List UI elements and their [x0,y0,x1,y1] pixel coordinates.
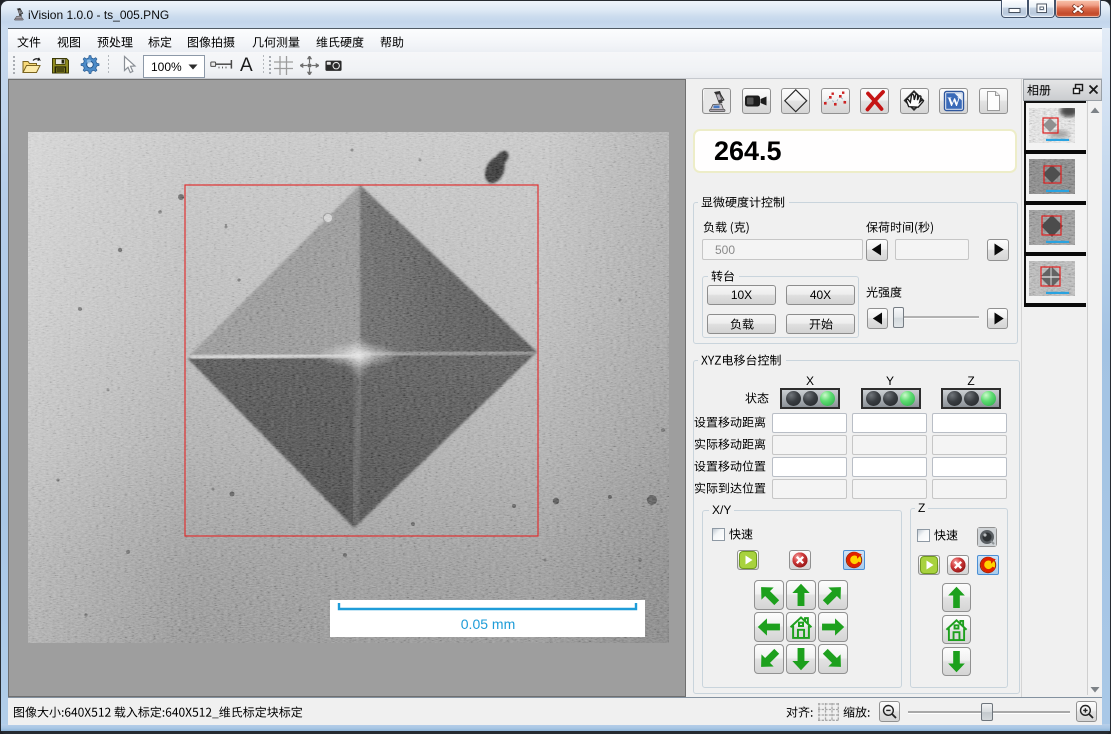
svg-text:0.05 mm: 0.05 mm [461,616,515,632]
svg-text:W: W [947,94,960,109]
